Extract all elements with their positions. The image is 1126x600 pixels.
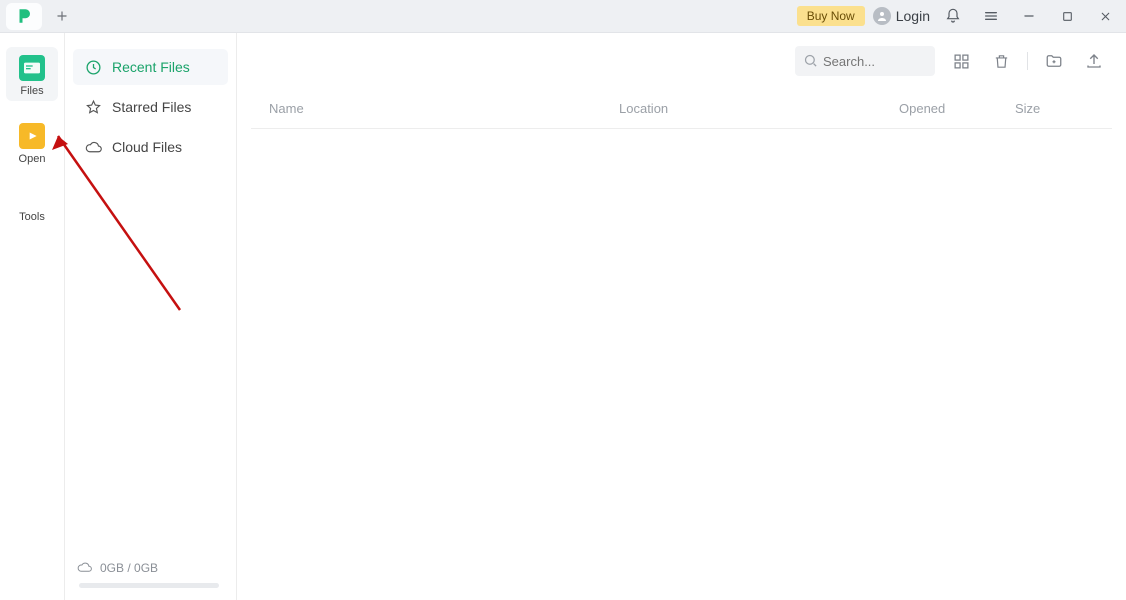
- rail-open-label: Open: [19, 153, 46, 165]
- sidebar-item-label: Cloud Files: [112, 139, 182, 155]
- cloud-icon: [85, 139, 102, 156]
- clock-icon: [85, 59, 102, 76]
- titlebar: Buy Now Login: [0, 0, 1126, 33]
- notifications-button[interactable]: [938, 1, 968, 31]
- close-button[interactable]: [1090, 1, 1120, 31]
- search-icon: [803, 53, 818, 73]
- menu-button[interactable]: [976, 1, 1006, 31]
- rail-item-tools[interactable]: Tools: [0, 187, 64, 223]
- sidebar-item-starred[interactable]: Starred Files: [73, 89, 228, 125]
- sidebar: Recent Files Starred Files Cloud Files 0…: [65, 33, 237, 600]
- files-icon: [19, 55, 45, 81]
- column-size[interactable]: Size: [1015, 101, 1094, 116]
- grid-icon: [953, 53, 970, 70]
- folder-plus-icon: [1045, 52, 1063, 70]
- upload-button[interactable]: [1080, 47, 1108, 75]
- storage-indicator: 0GB / 0GB: [65, 552, 236, 583]
- sidebar-item-label: Recent Files: [112, 59, 190, 75]
- rail-files-label: Files: [20, 85, 43, 97]
- rail-tools-label: Tools: [19, 211, 45, 223]
- column-location[interactable]: Location: [619, 101, 899, 116]
- avatar-icon: [873, 7, 891, 25]
- divider: [1027, 52, 1028, 70]
- plus-icon: [55, 9, 69, 23]
- close-icon: [1099, 10, 1112, 23]
- cloud-icon: [77, 560, 92, 575]
- sidebar-item-cloud[interactable]: Cloud Files: [73, 129, 228, 165]
- maximize-icon: [1061, 10, 1074, 23]
- main-panel: Name Location Opened Size: [237, 33, 1126, 600]
- view-grid-button[interactable]: [947, 47, 975, 75]
- column-opened[interactable]: Opened: [899, 101, 1015, 116]
- rail-item-open[interactable]: Open: [0, 123, 64, 165]
- column-headers: Name Location Opened Size: [251, 89, 1112, 129]
- star-icon: [85, 99, 102, 116]
- storage-bar: [79, 583, 219, 588]
- rail-item-files[interactable]: Files: [6, 47, 58, 101]
- minimize-button[interactable]: [1014, 1, 1044, 31]
- storage-text: 0GB / 0GB: [100, 561, 158, 575]
- nav-rail: Files Open Tools: [0, 33, 65, 600]
- sidebar-item-label: Starred Files: [112, 99, 191, 115]
- buy-now-button[interactable]: Buy Now: [797, 6, 865, 26]
- sidebar-item-recent[interactable]: Recent Files: [73, 49, 228, 85]
- app-tab[interactable]: [6, 3, 42, 30]
- new-folder-button[interactable]: [1040, 47, 1068, 75]
- hamburger-icon: [983, 8, 999, 24]
- column-name[interactable]: Name: [269, 101, 619, 116]
- login-label: Login: [896, 8, 930, 24]
- minimize-icon: [1022, 9, 1036, 23]
- trash-icon: [993, 53, 1010, 70]
- maximize-button[interactable]: [1052, 1, 1082, 31]
- trash-button[interactable]: [987, 47, 1015, 75]
- bell-icon: [945, 8, 961, 24]
- toolbar: [237, 33, 1126, 89]
- new-tab-button[interactable]: [48, 3, 76, 30]
- upload-icon: [1085, 52, 1103, 70]
- open-icon: [19, 123, 45, 149]
- login-button[interactable]: Login: [873, 7, 930, 25]
- app-logo-icon: [15, 7, 33, 25]
- tools-icon: [22, 187, 42, 207]
- search-box: [795, 46, 935, 76]
